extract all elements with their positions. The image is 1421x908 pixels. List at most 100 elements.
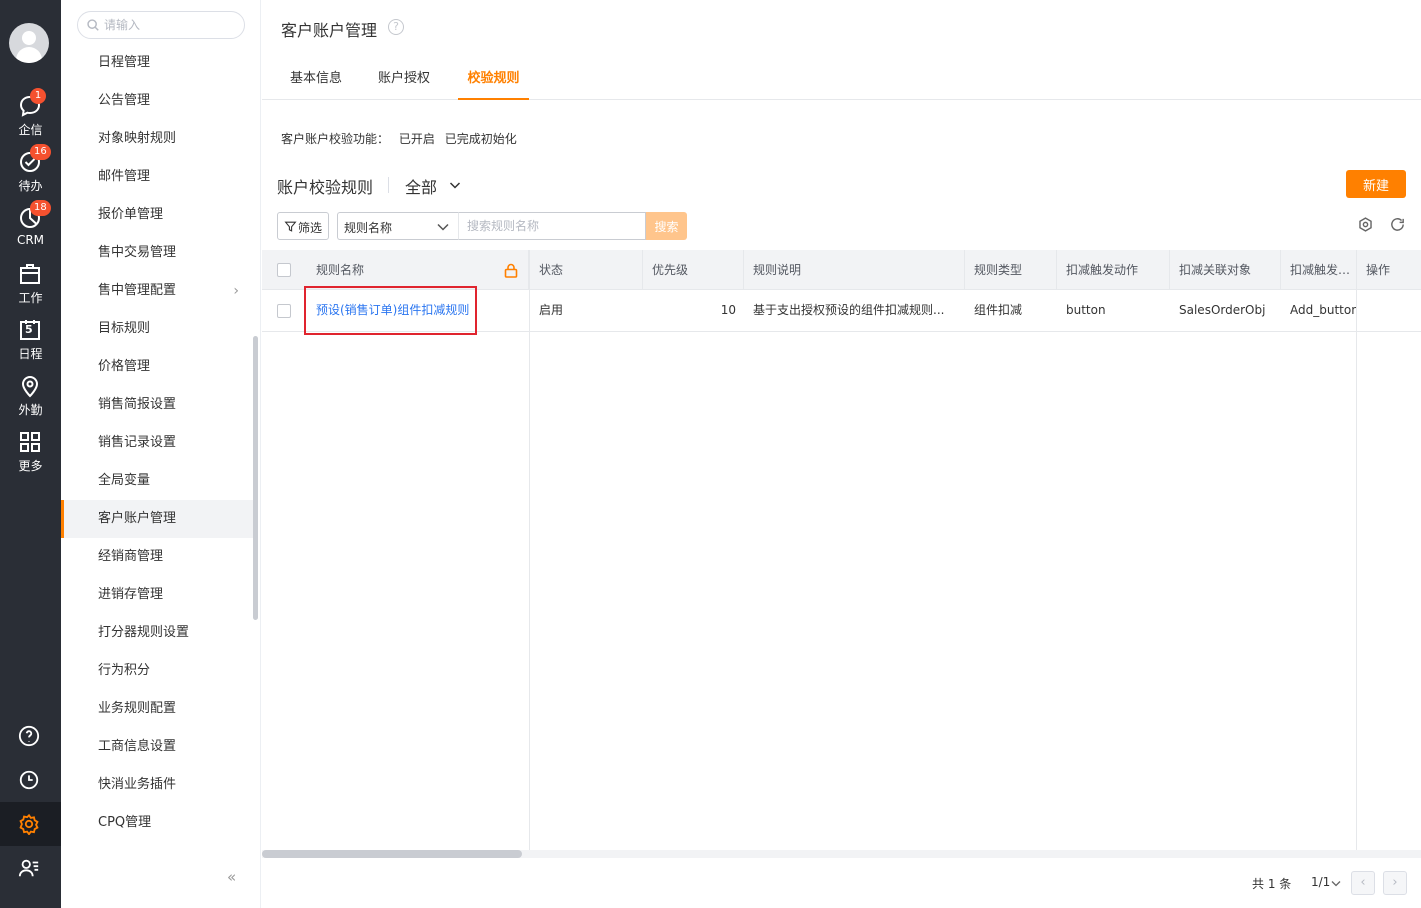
col-trigger-button[interactable]: 扣减触发按钮	[1281, 250, 1357, 289]
section-title: 账户校验规则	[277, 178, 374, 197]
menu-item-label: 售中管理配置	[98, 283, 177, 298]
tab-basic-info[interactable]: 基本信息	[280, 60, 352, 100]
nav-item-qixin[interactable]: 1 企信	[0, 88, 61, 146]
menu-item-label: 邮件管理	[98, 169, 151, 184]
table-header: 规则名称 状态 优先级 规则说明 规则类型 扣减触发动作 扣减关联对象 扣减触发…	[262, 250, 1421, 290]
col-rule-type[interactable]: 规则类型	[965, 250, 1057, 289]
tab-account-auth[interactable]: 账户授权	[368, 60, 440, 100]
menu-item[interactable]: 价格管理	[61, 348, 253, 386]
nav-item-field[interactable]: 外勤	[0, 374, 61, 426]
chevron-down-icon	[437, 223, 449, 231]
refresh-icon[interactable]	[1389, 216, 1406, 233]
nav-label-more: 更多	[18, 459, 43, 473]
hscroll-thumb[interactable]	[262, 850, 522, 858]
col-description[interactable]: 规则说明	[744, 250, 965, 289]
menu-item[interactable]: 售中交易管理	[61, 234, 253, 272]
col-priority[interactable]: 优先级	[643, 250, 744, 289]
page-title: 客户账户管理	[281, 21, 378, 40]
collapse-menu-button[interactable]: «	[227, 868, 236, 886]
nav-label-todo: 待办	[18, 179, 43, 193]
menu-item[interactable]: 售中管理配置 ›	[61, 272, 253, 310]
nav-item-crm[interactable]: 18 CRM	[0, 200, 61, 258]
nav-label-crm: CRM	[16, 233, 45, 247]
status-label: 客户账户校验功能：	[281, 132, 390, 146]
search-field-select[interactable]: 规则名称	[337, 212, 458, 240]
menu-item[interactable]: 目标规则	[61, 310, 253, 348]
briefcase-icon	[20, 264, 40, 284]
cell-trigger-action: button	[1066, 303, 1106, 317]
settings-menu: 日程管理公告管理对象映射规则邮件管理报价单管理售中交易管理售中管理配置 › 目标规则…	[61, 0, 261, 908]
highlight-box	[304, 286, 477, 335]
menu-item[interactable]: 客户账户管理	[61, 500, 253, 538]
search-button[interactable]: 搜索	[646, 212, 687, 240]
rules-table: 规则名称 状态 优先级 规则说明 规则类型 扣减触发动作 扣减关联对象 扣减触发…	[262, 250, 1421, 850]
rule-search-input[interactable]	[458, 212, 646, 240]
col-rule-name[interactable]: 规则名称	[307, 250, 529, 289]
menu-item[interactable]: 业务规则配置	[61, 690, 253, 728]
menu-item-label: 业务规则配置	[98, 701, 177, 716]
nav-item-schedule[interactable]: 5 日程	[0, 318, 61, 370]
left-nav: 1 企信 16 待办 18 CRM 工作 5 日程 外勤 更多	[0, 0, 61, 908]
new-button[interactable]: 新建	[1346, 170, 1406, 198]
menu-item[interactable]: 报价单管理	[61, 196, 253, 234]
menu-item-label: 报价单管理	[98, 207, 164, 222]
status-enabled: 已开启	[398, 132, 435, 146]
search-icon	[87, 19, 99, 31]
location-pin-icon	[21, 376, 39, 398]
menu-item-label: 对象映射规则	[98, 131, 177, 146]
menu-item[interactable]: 销售简报设置	[61, 386, 253, 424]
help-icon[interactable]: ?	[388, 19, 404, 35]
chevron-right-icon: ›	[233, 283, 239, 299]
prev-page-button[interactable]: ‹	[1351, 871, 1375, 895]
menu-item[interactable]: 对象映射规则	[61, 120, 253, 158]
col-trigger-action[interactable]: 扣减触发动作	[1057, 250, 1170, 289]
menu-item-label: 工商信息设置	[98, 739, 177, 754]
nav-label-work: 工作	[18, 291, 43, 305]
avatar[interactable]	[9, 23, 49, 63]
menu-item[interactable]: 销售记录设置	[61, 424, 253, 462]
menu-search-input[interactable]	[104, 16, 234, 34]
filter-button[interactable]: 筛选	[277, 212, 329, 240]
menu-item[interactable]: 全局变量	[61, 462, 253, 500]
menu-item[interactable]: 经销商管理	[61, 538, 253, 576]
nav-item-work[interactable]: 工作	[0, 262, 61, 314]
tab-validation-rules[interactable]: 校验规则	[458, 60, 529, 100]
menu-item[interactable]: 邮件管理	[61, 158, 253, 196]
search-field-value: 规则名称	[344, 221, 393, 235]
menu-item[interactable]: 快消业务插件	[61, 766, 253, 804]
status-initialized: 已完成初始化	[444, 132, 517, 146]
menu-item[interactable]: 进销存管理	[61, 576, 253, 614]
gear-icon	[19, 813, 39, 835]
pager-page: 1/1	[1311, 875, 1331, 889]
nav-label-qixin: 企信	[18, 123, 43, 137]
row-checkbox[interactable]	[277, 304, 291, 318]
settings-icon[interactable]	[1357, 216, 1374, 233]
menu-scrollbar[interactable]	[253, 336, 258, 620]
menu-item[interactable]: 打分器规则设置	[61, 614, 253, 652]
menu-item[interactable]: 工商信息设置	[61, 728, 253, 766]
nav-help[interactable]	[0, 714, 61, 758]
pager-page-select[interactable]: 1/1	[1311, 875, 1341, 889]
scope-dropdown[interactable]: 全部	[405, 174, 461, 198]
menu-search[interactable]	[77, 11, 245, 39]
nav-item-more[interactable]: 更多	[0, 430, 61, 482]
nav-contacts[interactable]	[0, 846, 61, 890]
menu-item[interactable]: 行为积分	[61, 652, 253, 690]
next-page-button[interactable]: ›	[1383, 871, 1407, 895]
menu-item[interactable]: 日程管理	[61, 44, 253, 82]
badge-qixin: 1	[30, 88, 46, 104]
menu-item-label: 进销存管理	[98, 587, 164, 602]
table-hscroll[interactable]	[262, 850, 1421, 858]
menu-item[interactable]: CPQ管理	[61, 804, 253, 842]
col-related-object[interactable]: 扣减关联对象	[1170, 250, 1281, 289]
nav-settings[interactable]	[0, 802, 61, 846]
nav-item-todo[interactable]: 16 待办	[0, 144, 61, 202]
menu-item-label: 价格管理	[98, 359, 151, 374]
nav-history[interactable]	[0, 758, 61, 802]
clock-icon	[19, 770, 39, 790]
menu-item-label: 全局变量	[98, 473, 151, 488]
menu-item[interactable]: 公告管理	[61, 82, 253, 120]
badge-todo: 16	[30, 144, 51, 160]
col-status[interactable]: 状态	[530, 250, 643, 289]
select-all-checkbox[interactable]	[277, 263, 291, 277]
